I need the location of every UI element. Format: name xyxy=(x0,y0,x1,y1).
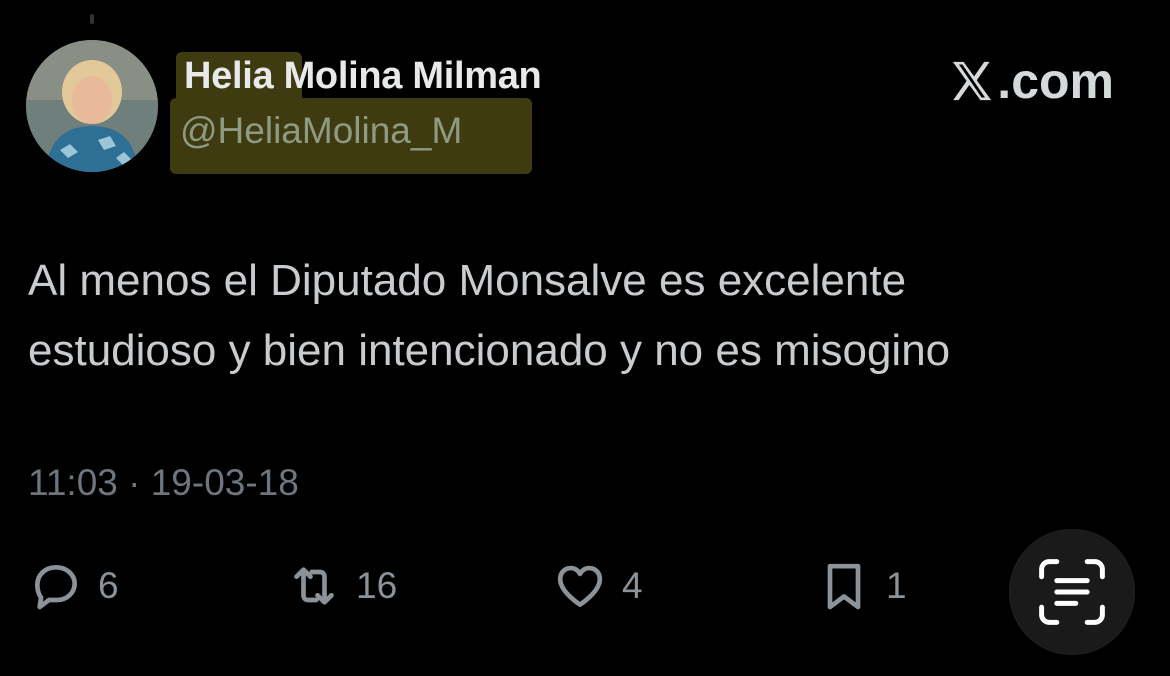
author-handle[interactable]: @HeliaMolina_M xyxy=(180,110,462,152)
action-bar: 6 16 4 1 xyxy=(0,556,1170,616)
bookmark-icon xyxy=(827,563,861,610)
reply-button[interactable]: 6 xyxy=(28,556,119,616)
tweet-text: Al menos el Diputado Monsalve es excelen… xyxy=(28,246,1138,386)
retweet-button[interactable]: 16 xyxy=(286,556,397,616)
bookmark-count: 1 xyxy=(886,565,907,606)
reply-icon xyxy=(35,565,77,610)
like-count: 4 xyxy=(622,565,643,606)
text-scan-button[interactable] xyxy=(1010,530,1134,654)
avatar[interactable] xyxy=(26,40,158,172)
author-display-name[interactable]: Helia Molina Milman xyxy=(184,55,542,98)
brand-domain: .com xyxy=(997,53,1114,109)
retweet-count: 16 xyxy=(356,565,398,606)
heart-icon xyxy=(557,565,603,607)
like-button[interactable]: 4 xyxy=(552,556,643,616)
tweet-line: Al menos el Diputado Monsalve es excelen… xyxy=(28,256,907,305)
reply-count: 6 xyxy=(98,565,119,606)
tweet-line: estudioso y bien intencionado y no es mi… xyxy=(28,326,951,375)
text-scan-icon xyxy=(1039,559,1105,625)
avatar-photo xyxy=(26,40,158,172)
retweet-icon xyxy=(294,567,334,605)
tweet-timestamp[interactable]: 11:03 · 19-03-18 xyxy=(28,462,299,504)
top-indicator xyxy=(90,14,94,24)
x-logo-icon xyxy=(953,61,992,101)
bookmark-button[interactable]: 1 xyxy=(816,556,907,616)
x-com-brand: .com xyxy=(949,52,1114,110)
